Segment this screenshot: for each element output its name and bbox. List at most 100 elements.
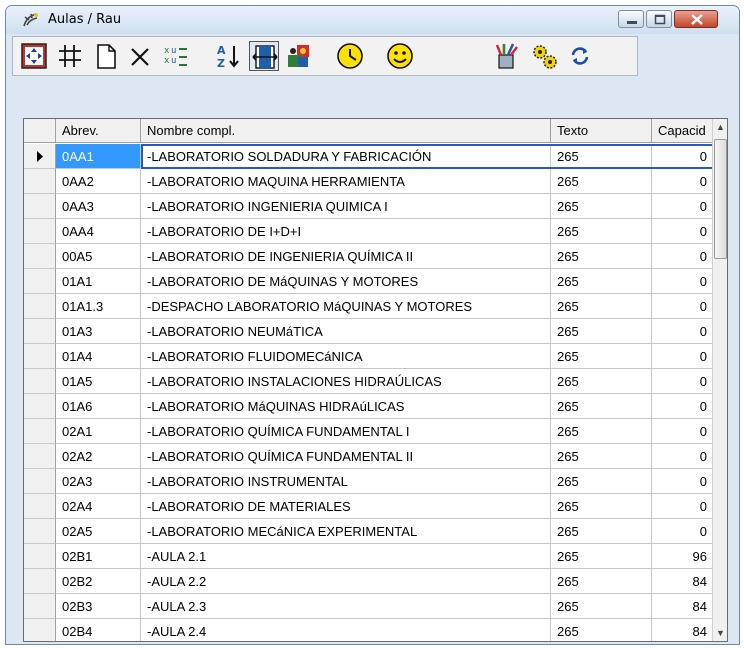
- smiley-button[interactable]: [385, 41, 415, 71]
- sort-button[interactable]: A Z: [213, 41, 243, 71]
- title-bar[interactable]: Aulas / Rau: [6, 6, 739, 34]
- cell-nombre[interactable]: -LABORATORIO DE MáQUINAS Y MOTORES: [141, 269, 551, 294]
- column-header-capacidad[interactable]: Capacid: [652, 119, 714, 143]
- cell-abrev[interactable]: 02A1: [56, 419, 141, 444]
- refresh-button[interactable]: [565, 41, 595, 71]
- cell-capacidad[interactable]: 0: [652, 444, 714, 469]
- row-indicator[interactable]: [24, 369, 56, 394]
- cell-abrev[interactable]: 0AA1: [56, 144, 141, 169]
- cell-texto[interactable]: 265: [551, 144, 652, 169]
- cell-abrev[interactable]: 00A5: [56, 244, 141, 269]
- cell-abrev[interactable]: 02A3: [56, 469, 141, 494]
- cell-nombre[interactable]: -AULA 2.2: [141, 569, 551, 594]
- row-indicator[interactable]: [24, 494, 56, 519]
- table-row[interactable]: 02A3 -LABORATORIO INSTRUMENTAL 265 0: [24, 469, 714, 494]
- row-indicator[interactable]: [24, 519, 56, 544]
- cell-abrev[interactable]: 02B3: [56, 594, 141, 619]
- cell-capacidad[interactable]: 0: [652, 519, 714, 544]
- cell-capacidad[interactable]: 0: [652, 144, 714, 169]
- cell-nombre[interactable]: -LABORATORIO DE MATERIALES: [141, 494, 551, 519]
- cell-abrev[interactable]: 02A2: [56, 444, 141, 469]
- cell-capacidad[interactable]: 0: [652, 194, 714, 219]
- cell-texto[interactable]: 265: [551, 619, 652, 641]
- table-row[interactable]: 0AA2 -LABORATORIO MAQUINA HERRAMIENTA 265 0: [24, 169, 714, 194]
- table-row[interactable]: 00A5 -LABORATORIO DE INGENIERIA QUÍMICA I…: [24, 244, 714, 269]
- cell-texto[interactable]: 265: [551, 394, 652, 419]
- cell-abrev[interactable]: 01A1: [56, 269, 141, 294]
- cell-abrev[interactable]: 02A5: [56, 519, 141, 544]
- row-indicator[interactable]: [24, 394, 56, 419]
- cell-texto[interactable]: 265: [551, 594, 652, 619]
- row-indicator[interactable]: [24, 444, 56, 469]
- cell-nombre[interactable]: -LABORATORIO QUÍMICA FUNDAMENTAL I: [141, 419, 551, 444]
- cell-nombre[interactable]: -AULA 2.4: [141, 619, 551, 641]
- cell-abrev[interactable]: 01A6: [56, 394, 141, 419]
- gears-button[interactable]: [529, 41, 559, 71]
- cell-texto[interactable]: 265: [551, 419, 652, 444]
- cell-texto[interactable]: 265: [551, 444, 652, 469]
- table-row[interactable]: 0AA3 -LABORATORIO INGENIERIA QUIMICA I 265…: [24, 194, 714, 219]
- tools-button[interactable]: [491, 41, 521, 71]
- maximize-button[interactable]: [646, 10, 672, 28]
- cell-capacidad[interactable]: 0: [652, 319, 714, 344]
- cell-abrev[interactable]: 0AA4: [56, 219, 141, 244]
- navigate-button[interactable]: [19, 41, 49, 71]
- cell-texto[interactable]: 265: [551, 294, 652, 319]
- table-row[interactable]: 02A2 -LABORATORIO QUÍMICA FUNDAMENTAL II 2…: [24, 444, 714, 469]
- table-row[interactable]: 0AA1 -LABORATORIO SOLDADURA Y FABRICACIÓN…: [24, 144, 714, 169]
- table-row[interactable]: 02B2 -AULA 2.2 265 84: [24, 569, 714, 594]
- close-button[interactable]: [674, 10, 718, 28]
- table-row[interactable]: 02B3 -AULA 2.3 265 84: [24, 594, 714, 619]
- cell-capacidad[interactable]: 0: [652, 469, 714, 494]
- cell-nombre[interactable]: -DESPACHO LABORATORIO MáQUINAS Y MOTORES: [141, 294, 551, 319]
- cell-texto[interactable]: 265: [551, 569, 652, 594]
- table-row[interactable]: 02B4 -AULA 2.4 265 84: [24, 619, 714, 641]
- table-row[interactable]: 02A4 -LABORATORIO DE MATERIALES 265 0: [24, 494, 714, 519]
- scroll-down-arrow-icon[interactable]: ▼: [713, 625, 727, 641]
- cell-capacidad[interactable]: 0: [652, 369, 714, 394]
- cell-abrev[interactable]: 01A4: [56, 344, 141, 369]
- rooms-grid[interactable]: Abrev. Nombre compl. Texto Capacid 0AA1-…: [23, 118, 728, 642]
- cell-capacidad[interactable]: 0: [652, 219, 714, 244]
- row-indicator[interactable]: [24, 619, 56, 641]
- cell-abrev[interactable]: 02B2: [56, 569, 141, 594]
- cell-nombre[interactable]: -LABORATORIO SOLDADURA Y FABRICACIÓN: [141, 144, 551, 169]
- cell-nombre[interactable]: -AULA 2.3: [141, 594, 551, 619]
- row-indicator[interactable]: [24, 469, 56, 494]
- cell-capacidad[interactable]: 0: [652, 169, 714, 194]
- cell-capacidad[interactable]: 96: [652, 544, 714, 569]
- vertical-scrollbar[interactable]: ▲ ▼: [712, 119, 727, 641]
- cell-nombre[interactable]: -LABORATORIO NEUMáTICA: [141, 319, 551, 344]
- column-header-abrev[interactable]: Abrev.: [56, 119, 141, 143]
- grid-button[interactable]: [55, 41, 85, 71]
- cell-nombre[interactable]: -AULA 2.1: [141, 544, 551, 569]
- row-indicator[interactable]: [24, 294, 56, 319]
- cell-texto[interactable]: 265: [551, 344, 652, 369]
- row-indicator[interactable]: [24, 344, 56, 369]
- cell-abrev[interactable]: 01A3: [56, 319, 141, 344]
- table-row[interactable]: 01A4 -LABORATORIO FLUIDOMECáNICA 265 0: [24, 344, 714, 369]
- row-indicator[interactable]: [24, 244, 56, 269]
- table-row[interactable]: 01A3 -LABORATORIO NEUMáTICA 265 0: [24, 319, 714, 344]
- column-header-texto[interactable]: Texto: [551, 119, 652, 143]
- new-button[interactable]: [91, 41, 121, 71]
- table-row[interactable]: 02A5 -LABORATORIO MECáNICA EXPERIMENTAL 26…: [24, 519, 714, 544]
- cell-capacidad[interactable]: 0: [652, 269, 714, 294]
- cell-nombre[interactable]: -LABORATORIO INGENIERIA QUIMICA I: [141, 194, 551, 219]
- cell-texto[interactable]: 265: [551, 219, 652, 244]
- cell-texto[interactable]: 265: [551, 369, 652, 394]
- cell-capacidad[interactable]: 0: [652, 394, 714, 419]
- delete-button[interactable]: [125, 41, 155, 71]
- cell-abrev[interactable]: 01A1.3: [56, 294, 141, 319]
- cell-texto[interactable]: 265: [551, 469, 652, 494]
- row-indicator[interactable]: [24, 169, 56, 194]
- cell-abrev[interactable]: 01A5: [56, 369, 141, 394]
- cell-nombre[interactable]: -LABORATORIO INSTRUMENTAL: [141, 469, 551, 494]
- column-header-nombre[interactable]: Nombre compl.: [141, 119, 551, 143]
- cell-abrev[interactable]: 02B1: [56, 544, 141, 569]
- row-indicator[interactable]: [24, 194, 56, 219]
- cell-nombre[interactable]: -LABORATORIO MECáNICA EXPERIMENTAL: [141, 519, 551, 544]
- cell-abrev[interactable]: 0AA2: [56, 169, 141, 194]
- row-indicator[interactable]: [24, 569, 56, 594]
- table-row[interactable]: 0AA4 -LABORATORIO DE I+D+I 265 0: [24, 219, 714, 244]
